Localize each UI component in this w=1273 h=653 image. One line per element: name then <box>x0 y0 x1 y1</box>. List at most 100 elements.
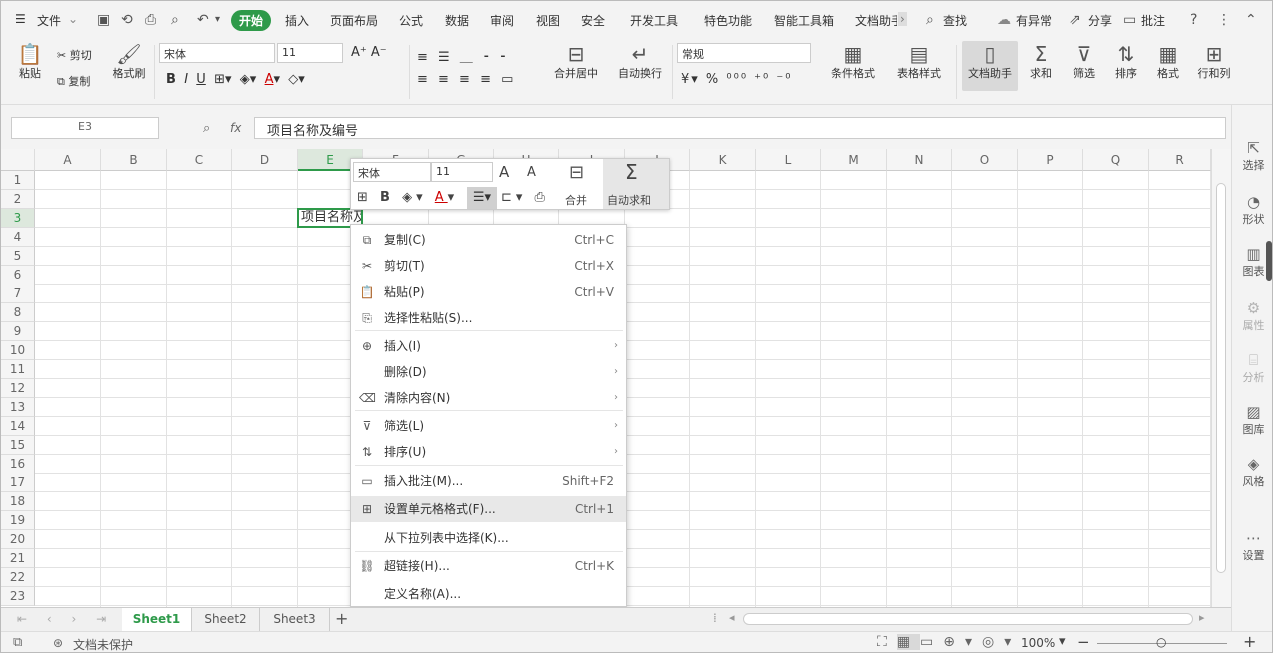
mini-col-buttons[interactable]: ⊏▾ ⎙ <box>501 190 549 205</box>
row-header-19[interactable]: 19 <box>1 511 35 531</box>
tab-doc-helper[interactable]: 文档助手 <box>855 12 897 29</box>
context-menu-item-a[interactable]: 定义名称(A)... <box>351 581 626 607</box>
protect-status[interactable]: 文档未保护 <box>73 636 133 652</box>
row-header-20[interactable]: 20 <box>1 530 35 550</box>
side-settings[interactable]: ⋯ 设置 <box>1232 529 1272 563</box>
name-box[interactable]: E3 <box>11 117 159 139</box>
sync-status[interactable]: 有异常 <box>1016 12 1052 29</box>
share-button[interactable]: 分享 <box>1088 12 1112 29</box>
context-menu-item-h[interactable]: ⛓ 超链接(H)... Ctrl+K <box>351 553 626 579</box>
context-menu-item-d[interactable]: 删除(D) › <box>351 359 626 385</box>
more-icon[interactable]: ⋮ <box>1217 12 1231 28</box>
chevron-down-icon[interactable]: ⌄ <box>68 12 78 26</box>
rows-cols-button[interactable]: ⊞ 行和列 <box>1194 43 1234 81</box>
side-scroll-thumb[interactable] <box>1266 241 1272 281</box>
column-header-p[interactable]: P <box>1018 149 1083 171</box>
zoom-level[interactable]: 100% <box>1021 636 1055 650</box>
column-header-q[interactable]: Q <box>1083 149 1149 171</box>
format-painter-button[interactable]: 🖌 格式刷 <box>109 43 149 81</box>
search-icon[interactable]: ⌕ <box>926 12 934 28</box>
row-header-7[interactable]: 7 <box>1 284 35 304</box>
mini-merge-icon[interactable]: ⊟ <box>569 162 584 183</box>
tab-data[interactable]: 数据 <box>445 12 469 29</box>
column-header-a[interactable]: A <box>35 149 101 171</box>
tab-formulas[interactable]: 公式 <box>399 12 423 29</box>
number-format-buttons[interactable]: ¥▾ % ⁰⁰⁰ ⁺⁰ ⁻⁰ <box>681 72 792 87</box>
tab-developer[interactable]: 开发工具 <box>630 12 678 29</box>
share-icon[interactable]: ⇗ <box>1069 12 1081 28</box>
comment-icon[interactable]: ▭ <box>1123 12 1136 28</box>
mini-size-select[interactable]: 11 <box>431 162 493 182</box>
horizontal-scrollbar[interactable] <box>743 613 1193 625</box>
tab-smart-toolbox[interactable]: 智能工具箱 <box>774 12 834 29</box>
context-menu-item-s[interactable]: ⎘ 选择性粘贴(S)... <box>351 305 626 331</box>
row-header-5[interactable]: 5 <box>1 246 35 266</box>
row-header-8[interactable]: 8 <box>1 303 35 323</box>
undo-history-icon[interactable]: ⟲ <box>121 12 133 28</box>
font-grow-icon[interactable]: A⁺ A⁻ <box>351 45 387 60</box>
row-header-2[interactable]: 2 <box>1 189 35 209</box>
table-style-button[interactable]: ▤ 表格样式 <box>889 43 949 81</box>
find-button[interactable]: 查找 <box>943 12 967 29</box>
tab-features[interactable]: 特色功能 <box>704 12 752 29</box>
comments-button[interactable]: 批注 <box>1141 12 1165 29</box>
format-button[interactable]: ▦ 格式 <box>1151 43 1185 81</box>
row-header-13[interactable]: 13 <box>1 397 35 417</box>
context-menu-item-n[interactable]: ⌫ 清除内容(N) › <box>351 385 626 411</box>
horizontal-align-buttons[interactable]: ≡ ≡ ≡ ≡ ▭ <box>417 72 516 87</box>
row-header-14[interactable]: 14 <box>1 416 35 436</box>
context-menu-item-u[interactable]: ⇅ 排序(U) › <box>351 439 626 465</box>
row-header-15[interactable]: 15 <box>1 435 35 455</box>
paste-button[interactable]: 📋 粘贴 <box>13 43 47 81</box>
wrap-text-button[interactable]: ↵ 自动换行 <box>613 43 667 81</box>
tab-sheet1[interactable]: Sheet1 <box>122 608 192 631</box>
font-size-select[interactable]: 11 <box>277 43 343 63</box>
split-handle-icon[interactable]: ⁞ <box>713 611 717 625</box>
column-header-b[interactable]: B <box>101 149 167 171</box>
vertical-scrollbar[interactable] <box>1211 149 1231 607</box>
tab-sheet2[interactable]: Sheet2 <box>192 608 260 631</box>
add-sheet-icon[interactable]: + <box>335 609 348 628</box>
row-header-16[interactable]: 16 <box>1 454 35 474</box>
cut-button[interactable]: ✂ 剪切 <box>57 47 92 63</box>
zoom-dropdown-icon[interactable]: ▾ <box>1059 634 1066 649</box>
mini-merge-button[interactable]: 合并 <box>565 192 587 208</box>
row-header-21[interactable]: 21 <box>1 549 35 568</box>
row-header-22[interactable]: 22 <box>1 567 35 587</box>
filter-button[interactable]: ⊽ 筛选 <box>1067 43 1101 81</box>
column-header-m[interactable]: M <box>821 149 887 171</box>
column-header-l[interactable]: L <box>756 149 821 171</box>
vertical-align-buttons[interactable]: ≡ ☰ ＿ ⁃ ⁃ <box>417 46 509 65</box>
fx-icon[interactable]: fx <box>230 121 241 135</box>
zoom-slider-knob[interactable]: ○ <box>1156 635 1166 649</box>
row-header-1[interactable]: 1 <box>1 171 35 190</box>
zoom-out-icon[interactable]: − <box>1077 633 1090 651</box>
sheet-status-icon[interactable]: ⧉ <box>13 635 22 650</box>
column-header-r[interactable]: R <box>1149 149 1211 171</box>
column-header-c[interactable]: C <box>167 149 232 171</box>
scroll-left-icon[interactable]: ◂ <box>729 611 735 624</box>
tab-sheet3[interactable]: Sheet3 <box>260 608 330 631</box>
cloud-icon[interactable]: ☁ <box>997 12 1011 28</box>
row-header-3[interactable]: 3 <box>1 208 35 228</box>
side-shape[interactable]: ◔ 形状 <box>1232 193 1272 227</box>
sum-button[interactable]: Σ 求和 <box>1024 43 1058 81</box>
side-gallery[interactable]: ▨ 图库 <box>1232 403 1272 437</box>
side-properties[interactable]: ⚙ 属性 <box>1232 299 1272 333</box>
row-header-10[interactable]: 10 <box>1 341 35 361</box>
copy-button[interactable]: ⧉ 复制 <box>57 73 90 89</box>
file-menu[interactable]: 文件 <box>37 12 61 29</box>
row-header-9[interactable]: 9 <box>1 322 35 342</box>
print-icon[interactable]: ⎙ <box>145 12 156 28</box>
save-icon[interactable]: ▣ <box>97 12 110 28</box>
column-header-o[interactable]: O <box>952 149 1018 171</box>
context-menu-item-l[interactable]: ⊽ 筛选(L) › <box>351 413 626 439</box>
undo-dropdown-icon[interactable]: ▾ <box>215 14 220 25</box>
number-format-select[interactable]: 常规 <box>677 43 811 63</box>
context-menu-item-m[interactable]: ▭ 插入批注(M)... Shift+F2 <box>351 468 626 494</box>
collapse-ribbon-icon[interactable]: ⌃ <box>1245 12 1257 28</box>
context-menu-item-i[interactable]: ⊕ 插入(I) › <box>351 333 626 359</box>
undo-icon[interactable]: ↶ <box>197 12 209 28</box>
row-header-6[interactable]: 6 <box>1 265 35 285</box>
font-name-select[interactable]: 宋体 <box>159 43 275 63</box>
